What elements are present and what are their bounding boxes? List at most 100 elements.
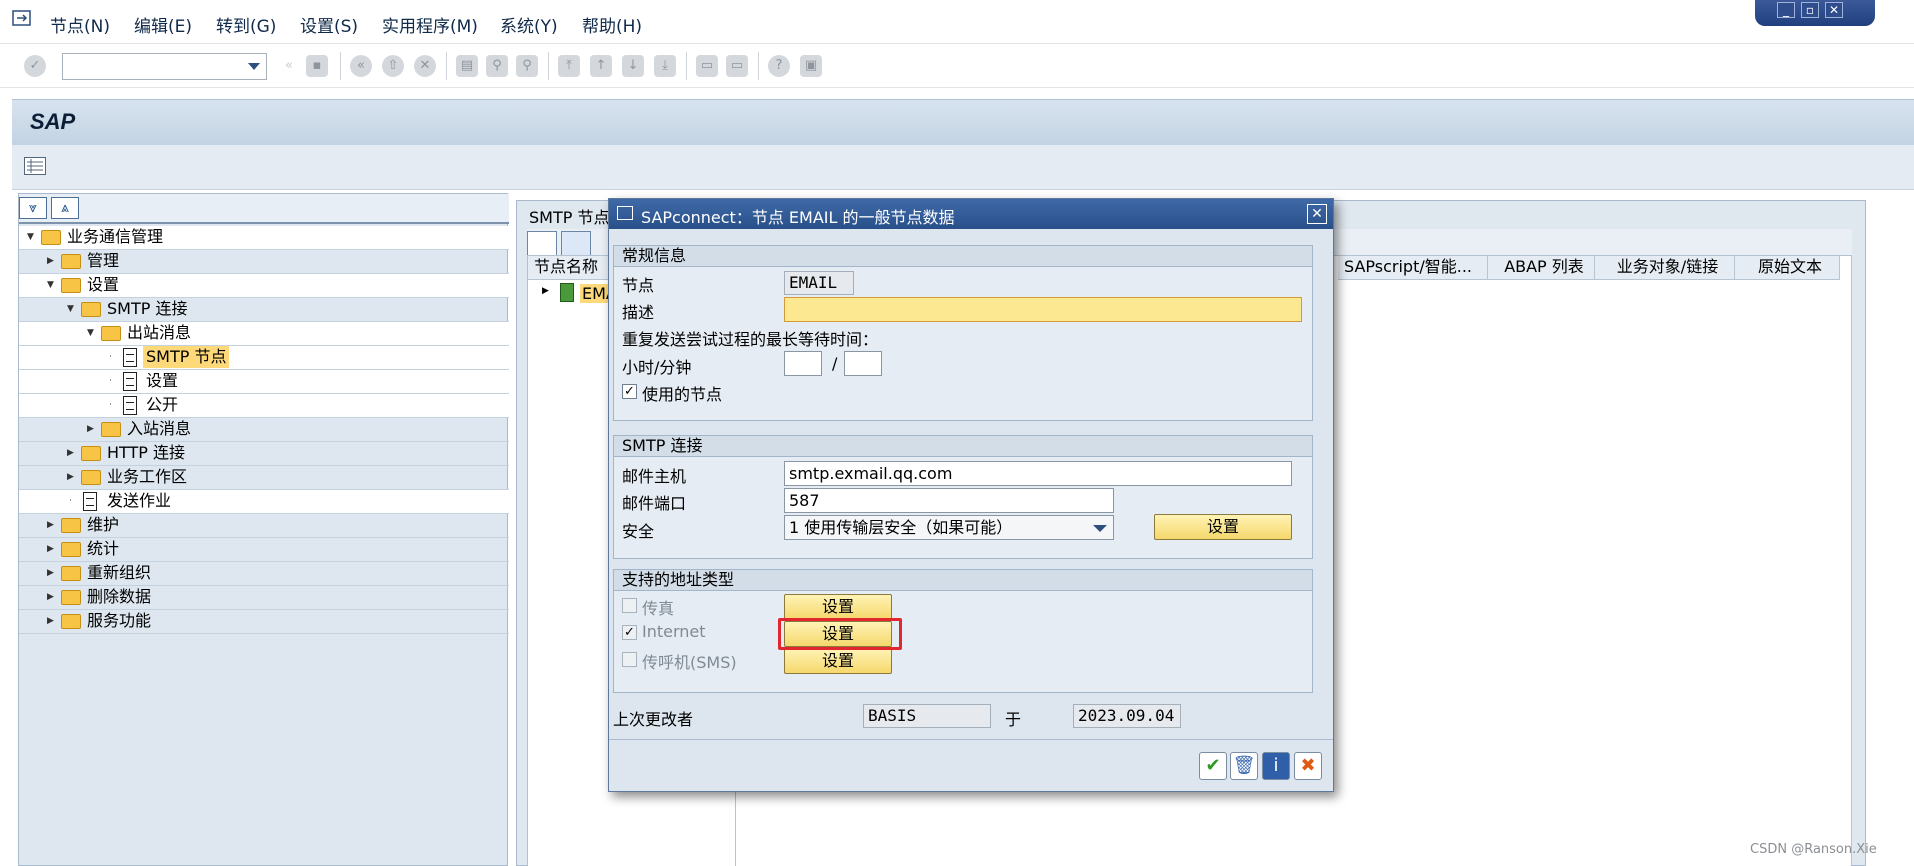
- mail-port-label: 邮件端口: [622, 494, 687, 513]
- shortcut-icon[interactable]: ▭: [726, 55, 748, 77]
- mail-port-input[interactable]: 587: [784, 488, 1114, 513]
- security-select[interactable]: 1 使用传输层安全（如果可能）: [784, 515, 1114, 540]
- tree-item[interactable]: ▶ 维护: [19, 514, 509, 538]
- enter-icon[interactable]: ✓: [24, 55, 46, 77]
- find-next-icon[interactable]: ⚲: [516, 55, 538, 77]
- exit-icon[interactable]: ⇧: [382, 55, 404, 77]
- tree-item[interactable]: ▶ 重新组织: [19, 562, 509, 586]
- pager-checkbox[interactable]: [622, 652, 637, 667]
- cancel-icon[interactable]: ✖: [1294, 752, 1322, 780]
- toolbar-separator: [758, 52, 759, 80]
- used-node-checkbox[interactable]: ✓: [622, 384, 637, 399]
- restore-icon[interactable]: ▫: [1801, 2, 1819, 18]
- tree-item[interactable]: ▶ 删除数据: [19, 586, 509, 610]
- tree-item[interactable]: ▶ 服务功能: [19, 610, 509, 634]
- tree-toggle-icon[interactable]: ▶: [47, 586, 54, 608]
- tree-item[interactable]: ▶ 管理: [19, 250, 509, 274]
- menu-node[interactable]: 节点(N): [50, 12, 110, 37]
- general-info-group: 常规信息 节点 EMAIL 描述 重复发送尝试过程的最长等待时间： 小时/分钟 …: [613, 245, 1313, 421]
- fax-checkbox[interactable]: [622, 598, 637, 613]
- cancel-icon[interactable]: ✕: [414, 55, 436, 77]
- pager-settings-button[interactable]: 设置: [784, 648, 892, 674]
- menu-utilities[interactable]: 实用程序(M): [382, 12, 478, 37]
- tree-toggle-icon[interactable]: ▶: [67, 466, 74, 488]
- minimize-icon[interactable]: _: [1777, 2, 1795, 18]
- previous-page-icon[interactable]: ↑: [590, 55, 612, 77]
- security-settings-button[interactable]: 设置: [1154, 514, 1292, 540]
- column-header[interactable]: ABAP 列表: [1488, 256, 1595, 280]
- tree-toggle-icon[interactable]: ▼: [47, 274, 54, 296]
- confirm-icon[interactable]: ✔: [1199, 752, 1227, 780]
- menu-settings[interactable]: 设置(S): [300, 12, 358, 37]
- expand-all-icon[interactable]: ⩔: [19, 197, 47, 219]
- tree-toggle-icon[interactable]: ▶: [47, 514, 54, 536]
- help-icon[interactable]: ?: [768, 55, 790, 77]
- display-change-icon[interactable]: [527, 231, 557, 257]
- list-icon[interactable]: [24, 157, 46, 175]
- tree-toggle-icon[interactable]: ▶: [47, 538, 54, 560]
- tree-toggle-icon[interactable]: ▶: [47, 562, 54, 584]
- column-header[interactable]: 原始文本: [1735, 256, 1840, 280]
- tree-item[interactable]: ▼ SMTP 连接: [19, 298, 509, 322]
- tree-toggle-icon[interactable]: ▶: [47, 610, 54, 632]
- menu-system[interactable]: 系统(Y): [500, 12, 558, 37]
- tree-item[interactable]: · 设置: [19, 370, 509, 394]
- new-session-icon[interactable]: ▭: [696, 55, 718, 77]
- hours-input[interactable]: [784, 351, 822, 376]
- chevron-down-icon[interactable]: [1093, 525, 1107, 532]
- tree-item[interactable]: ▶ 业务工作区: [19, 466, 509, 490]
- tree-item[interactable]: · 公开: [19, 394, 509, 418]
- document-icon: [123, 396, 137, 415]
- customize-layout-icon[interactable]: ▣: [800, 55, 822, 77]
- tree-item-label: SMTP 节点: [143, 346, 230, 368]
- command-field[interactable]: [62, 53, 267, 80]
- tree-toggle-icon[interactable]: ▶: [87, 418, 94, 440]
- delete-icon[interactable]: 🗑: [1230, 752, 1258, 780]
- internet-checkbox[interactable]: ✓: [622, 625, 637, 640]
- print-icon[interactable]: ▤: [456, 55, 478, 77]
- fax-label: 传真: [642, 599, 675, 618]
- column-header[interactable]: 业务对象/链接: [1595, 256, 1735, 280]
- back-icon[interactable]: «: [350, 55, 372, 77]
- tree-toggle-icon[interactable]: ▶: [542, 286, 549, 296]
- smtp-connection-group: SMTP 连接 邮件主机 smtp.exmail.qq.com 邮件端口 587…: [613, 435, 1313, 559]
- tree-item[interactable]: ▼ 业务通信管理: [19, 226, 509, 250]
- tree-item-label: 业务工作区: [107, 467, 188, 486]
- description-input[interactable]: [784, 297, 1302, 322]
- next-page-icon[interactable]: ↓: [622, 55, 644, 77]
- mail-host-input[interactable]: smtp.exmail.qq.com: [784, 461, 1292, 486]
- changed-by-field: BASIS: [863, 704, 991, 728]
- tree-toggle-icon[interactable]: ▼: [27, 226, 34, 248]
- tree-toggle-icon[interactable]: ▶: [47, 250, 54, 272]
- tree-item[interactable]: · 发送作业: [19, 490, 509, 514]
- minutes-input[interactable]: [844, 351, 882, 376]
- save-icon[interactable]: ▪: [306, 55, 328, 77]
- tree-item[interactable]: ▼ 出站消息: [19, 322, 509, 346]
- tree-item[interactable]: ▶ 统计: [19, 538, 509, 562]
- tree-toggle-icon[interactable]: ▼: [67, 298, 74, 320]
- close-window-icon[interactable]: ✕: [1825, 2, 1843, 18]
- tree-item[interactable]: ▼ 设置: [19, 274, 509, 298]
- fax-settings-button[interactable]: 设置: [784, 594, 892, 620]
- info-icon[interactable]: i: [1262, 752, 1290, 780]
- collapse-all-icon[interactable]: ⩓: [51, 197, 79, 219]
- tree-item-smtp-node[interactable]: · SMTP 节点: [19, 346, 509, 370]
- chevron-down-icon[interactable]: [248, 63, 260, 70]
- menu-help[interactable]: 帮助(H): [582, 12, 642, 37]
- hours-minutes-label: 小时/分钟: [622, 358, 692, 377]
- find-icon[interactable]: ⚲: [486, 55, 508, 77]
- page-title: SAP: [30, 109, 76, 134]
- menu-goto[interactable]: 转到(G): [216, 12, 276, 37]
- menu-edit[interactable]: 编辑(E): [134, 12, 192, 37]
- tree-item[interactable]: ▶ HTTP 连接: [19, 442, 509, 466]
- tree-toggle-icon[interactable]: ▶: [67, 442, 74, 464]
- tree-toggle-icon[interactable]: ▼: [87, 322, 94, 344]
- close-icon[interactable]: ✕: [1307, 204, 1327, 224]
- system-menu-icon[interactable]: [12, 10, 34, 28]
- tree-item[interactable]: ▶ 入站消息: [19, 418, 509, 442]
- first-page-icon[interactable]: ⤒: [558, 55, 580, 77]
- column-header[interactable]: SAPscript/智能...: [1338, 256, 1488, 280]
- edit-pencil-icon[interactable]: [561, 231, 591, 257]
- last-page-icon[interactable]: ⤓: [654, 55, 676, 77]
- folder-open-icon: [81, 302, 101, 317]
